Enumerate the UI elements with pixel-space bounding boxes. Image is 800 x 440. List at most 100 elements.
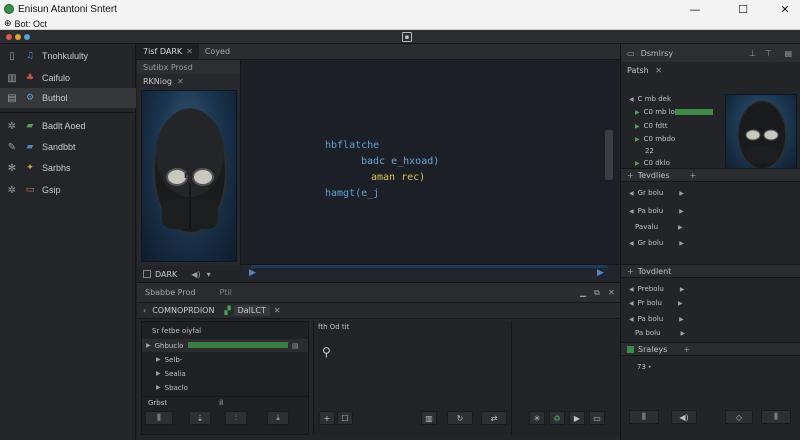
scrollbar[interactable] [605,130,613,180]
expand-icon[interactable]: ◀ [629,190,634,197]
expand-icon[interactable]: ▶ [635,109,640,116]
section-header[interactable]: Sraleys + [621,342,800,356]
list-item[interactable]: ▶ Ghbuclo ▤ [142,339,308,352]
window-button[interactable]: ▭ [589,411,605,425]
plus-icon[interactable]: + [683,345,690,354]
expand-icon[interactable]: ▶ [156,384,161,391]
sparkle-button[interactable]: ✳ [529,411,545,425]
menu-item[interactable]: Bot: Oct [15,19,48,29]
expand-icon[interactable]: ◀ [629,208,634,215]
plus-icon[interactable]: + [627,171,634,180]
expand-icon[interactable]: ▶ [635,160,640,167]
expand-icon[interactable]: ▶ [635,136,640,143]
volume-button[interactable]: ◀) [671,410,697,424]
expand-icon[interactable]: ▶ [156,356,161,363]
tab-dalct[interactable]: DalLCT [233,305,270,316]
play-icon[interactable]: ▶ [249,268,256,278]
menu-icon[interactable]: ▤ [292,342,299,350]
expand-icon[interactable]: ▶ [679,190,684,197]
close-dot-icon[interactable] [6,34,12,40]
layout-icon[interactable]: ▪ [402,32,412,42]
chevron-down-icon[interactable]: ▾ [207,270,211,279]
add-button[interactable]: + [319,411,335,425]
list-item[interactable]: ▶ Sbaclo [142,381,308,394]
close-icon[interactable]: ✕ [608,288,615,297]
close-icon[interactable]: ✕ [655,66,662,75]
props-row[interactable]: ◀ Pr bolu ▶ [621,296,800,310]
close-icon[interactable]: ✕ [177,77,184,86]
props-row[interactable]: ◀ Pa bolu ▶ [621,312,800,326]
globe-icon[interactable]: ⊕ [4,19,12,29]
sidebar-item-6[interactable]: ✲ ▭ Gsip [0,180,136,200]
expand-icon[interactable]: ◀ [629,286,634,293]
expand-icon[interactable]: ◀ [629,316,634,323]
volume-icon[interactable]: ◀) [191,270,200,279]
recycle-button[interactable]: ♻ [549,411,565,425]
expand-icon[interactable]: ▶ [156,370,161,377]
loop-button[interactable]: ↻ [447,411,473,425]
sidebar-item-2[interactable]: ▤ ⚙ Buthol [0,88,136,108]
maximize-button[interactable]: ☐ [728,0,758,18]
expand-icon[interactable]: ▶ [678,224,683,231]
tree-icon[interactable]: ⊤ [765,49,772,58]
zoom-dot-icon[interactable] [24,34,30,40]
sidebar-item-3[interactable]: ✲ ▰ Badlt Aoed [0,116,136,136]
expand-icon[interactable]: ▶ [679,208,684,215]
plus-icon[interactable]: + [627,267,634,276]
plus-icon[interactable]: + [690,171,697,180]
props-row[interactable]: Pa bolu ▶ [621,326,800,340]
expand-icon[interactable]: ▶ [679,240,684,247]
props-row[interactable]: ◀ Prebolu ▶ [621,282,800,296]
equalizer-button[interactable]: ⫼ [145,411,173,425]
section-header[interactable]: + Tovdlent [621,264,800,278]
props-row[interactable]: Pavalu ▶ [621,220,800,234]
sidebar-item-0[interactable]: ▯ ♫ Tnohkululty [0,46,136,66]
close-icon[interactable]: ✕ [274,306,281,315]
equalizer-button[interactable]: ⫼ [761,410,791,424]
props-row[interactable]: ◀ Pa bolu ▶ [621,204,800,218]
tab-coyed[interactable]: Coyed [199,44,236,59]
minimize-dot-icon[interactable] [15,34,21,40]
tab-dark[interactable]: 7isf DARK ✕ [137,44,199,59]
expand-icon[interactable]: ◀ [629,96,634,103]
expand-icon[interactable]: ▶ [679,316,684,323]
forward-button[interactable]: ▶ [569,411,585,425]
props-row[interactable]: ◀ Gr bolu ▶ [621,186,800,200]
preview-tab[interactable]: RKNiog ✕ [137,74,240,88]
expand-icon[interactable]: ▶ [681,330,686,337]
close-button[interactable]: ✕ [770,0,800,18]
sidebar-item-4[interactable]: ✎ ▰ Sandbbt [0,137,136,157]
expand-icon[interactable]: ▶ [635,123,640,130]
code-editor[interactable]: hbflatche badc e_hxoad) aman rec) hamgt(… [241,60,620,282]
minimize-icon[interactable]: ▁ [580,288,586,297]
filter-button[interactable]: ⫼ [629,410,659,424]
pin-icon[interactable]: ⊥ [749,49,756,58]
minimize-button[interactable]: — [680,0,710,18]
book-button[interactable]: ▥ [421,411,437,425]
arrow-button[interactable]: ⇄ [481,411,507,425]
properties-tab[interactable]: Patsh ✕ [627,66,662,75]
sidebar-item-5[interactable]: ✻ ✦ Sarbhs [0,158,136,178]
expand-icon[interactable]: ▶ [680,286,685,293]
expand-icon[interactable]: ▶ [146,342,151,349]
checkbox-icon[interactable] [143,270,151,278]
section-header[interactable]: + Tevdlies + [621,168,800,182]
download-button[interactable]: ⤓ [267,411,289,425]
props-row[interactable]: ◀ Gr bolu ▶ [621,236,800,250]
chevron-left-icon[interactable]: ‹ [143,306,146,315]
list-item[interactable]: ▶ Selb- [142,353,308,366]
maximize-icon[interactable]: ⧉ [594,288,600,298]
forward-icon[interactable]: ▶ [597,268,604,278]
bars-button[interactable]: ⫶ [225,411,247,425]
props-row[interactable]: 73 • [621,360,800,374]
box-button[interactable]: ☐ [337,411,353,425]
sidebar-item-1[interactable]: ▥ ♣ Caifulo [0,68,136,88]
settings-icon[interactable]: ▤ [784,49,792,58]
expand-icon[interactable]: ◀ [629,240,634,247]
expand-icon[interactable]: ◀ [629,300,634,307]
close-icon[interactable]: ✕ [186,47,193,56]
diamond-button[interactable]: ◇ [725,410,753,424]
list-item[interactable]: ▶ Sealia [142,367,308,380]
expand-icon[interactable]: ▶ [678,300,683,307]
down-arrow-button[interactable]: ⇣ [189,411,211,425]
